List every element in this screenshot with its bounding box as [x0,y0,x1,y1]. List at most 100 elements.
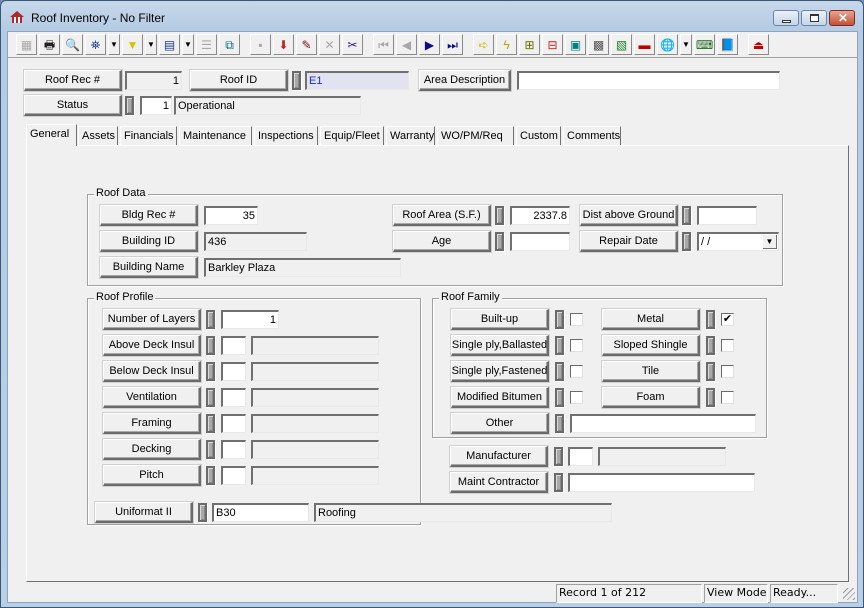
edit-pencil-button[interactable]: ✎ [296,34,317,55]
decking-code-field[interactable] [221,440,246,459]
modified-bitumen-checkbox[interactable] [570,391,583,404]
roof-rec-button[interactable]: Roof Rec # [24,70,122,91]
single-ply-fastened-button[interactable]: Single ply,Fastened [451,361,549,382]
keyboard-button[interactable]: ⌨ [694,34,715,55]
tab-custom[interactable]: Custom [516,126,561,145]
lock-toggle[interactable] [125,96,134,115]
lock-toggle[interactable] [706,310,715,329]
tab-financials[interactable]: Financials [120,126,177,145]
metal-checkbox[interactable]: ✔ [721,313,734,326]
lock-toggle[interactable] [206,466,215,485]
quick-action-lightning-button[interactable]: ϟ [496,34,517,55]
lock-toggle[interactable] [554,447,563,466]
tab-wo-pm-req[interactable]: WO/PM/Req [437,126,514,145]
roof-area-field[interactable]: 2337.8 [510,206,570,225]
lock-toggle[interactable] [555,414,564,433]
number-of-layers-button[interactable]: Number of Layers [103,309,201,330]
print-preview-button[interactable]: 🔍 [62,34,83,55]
lock-toggle[interactable] [495,206,504,225]
built-up-button[interactable]: Built-up [451,309,549,330]
roof-id-field[interactable]: E1 [305,71,409,90]
roof-id-button[interactable]: Roof ID [190,70,288,91]
lock-toggle[interactable] [682,232,691,251]
search-binoculars-button[interactable]: ⛯ [85,34,106,55]
below-deck-insul-code-field[interactable] [221,362,246,381]
metal-button[interactable]: Metal [602,309,700,330]
other-field[interactable] [570,414,756,433]
close-button[interactable]: ✕ [829,10,855,26]
framing-button[interactable]: Framing [103,413,201,434]
hierarchy-button[interactable]: ⊞ [519,34,540,55]
exit-button[interactable]: ⏏ [748,34,769,55]
number-of-layers-field[interactable]: 1 [221,310,279,329]
add-record-button[interactable]: ⬇ [273,34,294,55]
chevron-down-icon[interactable]: ▼ [763,235,777,249]
last-record-button[interactable]: ⏭ [442,34,463,55]
foam-button[interactable]: Foam [602,387,700,408]
next-record-button[interactable]: ▶ [419,34,440,55]
lock-toggle[interactable] [206,440,215,459]
dist-above-ground-field[interactable] [697,206,757,225]
title-bar[interactable]: Roof Inventory - No Filter ✕ [1,1,863,31]
uniformat-button[interactable]: Uniformat II [95,502,193,523]
manufacturer-button[interactable]: Manufacturer [450,446,548,467]
lock-toggle[interactable] [555,310,564,329]
lock-toggle[interactable] [206,310,215,329]
tab-general[interactable]: General [26,124,77,146]
web-globe-dropdown[interactable]: ▼ [680,34,692,55]
manufacturer-code-field[interactable] [568,447,593,466]
single-ply-ballasted-checkbox[interactable] [570,339,583,352]
previous-record-button[interactable]: ◀ [396,34,417,55]
area-description-field[interactable] [517,71,780,90]
relationships-button[interactable]: ⊟ [542,34,563,55]
lock-toggle[interactable] [206,388,215,407]
lock-toggle[interactable] [706,388,715,407]
lock-toggle[interactable] [555,388,564,407]
sloped-shingle-checkbox[interactable] [721,339,734,352]
tab-equip-fleet[interactable]: Equip/Fleet [320,126,384,145]
lock-toggle[interactable] [206,362,215,381]
equipment-button[interactable]: ▣ [565,34,586,55]
sloped-shingle-button[interactable]: Sloped Shingle [602,335,700,356]
roof-area-button[interactable]: Roof Area (S.F.) [393,205,491,226]
lock-toggle[interactable] [292,71,301,90]
single-ply-fastened-checkbox[interactable] [570,365,583,378]
lock-toggle[interactable] [555,362,564,381]
toolbox-button[interactable]: ▬ [634,34,655,55]
save-button[interactable]: ▪ [250,34,271,55]
help-book-button[interactable]: 📘 [717,34,738,55]
lock-toggle[interactable] [682,206,691,225]
print-button[interactable]: 🖶 [39,34,60,55]
tab-assets[interactable]: Assets [78,126,118,145]
filter-funnel-dropdown[interactable]: ▼ [145,34,157,55]
delete-x-button[interactable]: ✕ [319,34,340,55]
lock-toggle[interactable] [706,362,715,381]
tab-inspections[interactable]: Inspections [254,126,318,145]
first-record-button[interactable]: ⏮ [373,34,394,55]
status-button[interactable]: Status [24,95,122,116]
maint-contractor-button[interactable]: Maint Contractor [450,472,548,493]
calculator-button[interactable]: ▩ [588,34,609,55]
lock-toggle[interactable] [555,336,564,355]
age-field[interactable] [510,232,570,251]
report-button[interactable]: ▤ [159,34,180,55]
ventilation-button[interactable]: Ventilation [103,387,201,408]
lock-toggle[interactable] [206,414,215,433]
lock-toggle[interactable] [206,336,215,355]
maint-contractor-field[interactable] [568,473,755,492]
properties-button[interactable]: ☰ [196,34,217,55]
minimize-button[interactable] [773,10,799,26]
web-globe-button[interactable]: 🌐 [657,34,678,55]
decking-button[interactable]: Decking [103,439,201,460]
lock-toggle[interactable] [706,336,715,355]
select-grid-button[interactable]: ▦ [16,34,37,55]
resize-grip[interactable] [843,588,855,600]
repair-date-field[interactable]: / / ▼ [697,232,779,251]
below-deck-insul-button[interactable]: Below Deck Insul [103,361,201,382]
age-button[interactable]: Age [393,231,491,252]
search-binoculars-dropdown[interactable]: ▼ [108,34,120,55]
tile-button[interactable]: Tile [602,361,700,382]
repair-date-button[interactable]: Repair Date [580,231,678,252]
tab-warranty[interactable]: Warranty [386,126,435,145]
uniformat-code-field[interactable]: B30 [212,503,309,522]
